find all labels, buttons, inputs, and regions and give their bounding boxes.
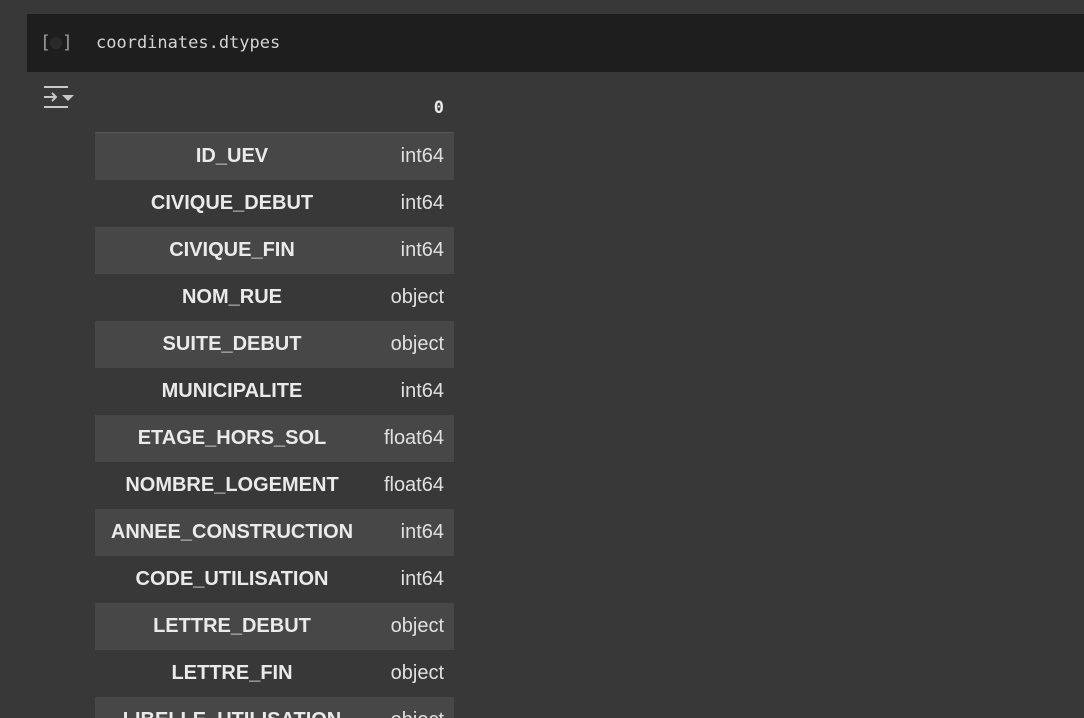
row-column-name: CODE_UTILISATION xyxy=(135,568,329,590)
notebook-page: [ ] coordinates.dtypes 0 ID_UEV int64 CIVI… xyxy=(0,0,1084,718)
table-body: ID_UEV int64 CIVIQUE_DEBUT int64 CIVIQUE_FIN… xyxy=(95,133,454,718)
row-column-name: LETTRE_FIN xyxy=(171,662,293,684)
row-dtype: int64 xyxy=(400,568,444,590)
row-dtype: object xyxy=(390,662,444,684)
code-cell[interactable]: [ ] coordinates.dtypes xyxy=(27,14,1084,72)
row-column-name: LETTRE_DEBUT xyxy=(153,615,311,637)
table-row: MUNICIPALITE int64 xyxy=(95,368,454,415)
dtypes-output-table: 0 ID_UEV int64 CIVIQUE_DEBUT int64 CIVIQUE_F… xyxy=(95,86,454,718)
row-dtype: int64 xyxy=(400,380,444,402)
run-cell-icon xyxy=(50,37,62,49)
table-row: LETTRE_FIN object xyxy=(95,650,454,697)
table-row: ANNEE_CONSTRUCTION int64 xyxy=(95,509,454,556)
row-column-name: MUNICIPALITE xyxy=(161,380,303,402)
row-dtype: float64 xyxy=(383,474,444,496)
run-cell-button[interactable]: [ ] xyxy=(40,31,75,55)
row-dtype: object xyxy=(390,333,444,355)
row-dtype: object xyxy=(390,286,444,308)
row-column-name: CIVIQUE_FIN xyxy=(169,239,295,261)
row-dtype: int64 xyxy=(400,521,444,543)
column-header: 0 xyxy=(433,98,444,118)
row-column-name: ID_UEV xyxy=(195,145,269,167)
code-editor[interactable]: coordinates.dtypes xyxy=(96,32,280,54)
row-dtype: float64 xyxy=(383,427,444,449)
row-column-name: CIVIQUE_DEBUT xyxy=(150,192,314,214)
table-row: SUITE_DEBUT object xyxy=(95,321,454,368)
table-row: ID_UEV int64 xyxy=(95,133,454,180)
row-column-name: NOM_RUE xyxy=(181,286,282,308)
row-column-name: NOMBRE_LOGEMENT xyxy=(125,474,339,496)
row-dtype: int64 xyxy=(400,145,444,167)
table-row: LETTRE_DEBUT object xyxy=(95,603,454,650)
row-column-name: LIBELLE_UTILISATION xyxy=(95,709,369,718)
table-header: 0 xyxy=(95,86,454,133)
row-column-name: ETAGE_HORS_SOL xyxy=(137,427,327,449)
row-dtype: object xyxy=(369,709,454,718)
table-row: CIVIQUE_DEBUT int64 xyxy=(95,180,454,227)
row-dtype: int64 xyxy=(400,239,444,261)
output-actions-icon[interactable] xyxy=(41,84,75,112)
row-dtype: int64 xyxy=(400,192,444,214)
table-row: CIVIQUE_FIN int64 xyxy=(95,227,454,274)
row-column-name: SUITE_DEBUT xyxy=(162,333,302,355)
table-row: ETAGE_HORS_SOL float64 xyxy=(95,415,454,462)
table-row: LIBELLE_UTILISATIONobject xyxy=(95,697,454,718)
row-dtype: object xyxy=(390,615,444,637)
table-row: NOM_RUE object xyxy=(95,274,454,321)
row-column-name: ANNEE_CONSTRUCTION xyxy=(110,521,354,543)
table-row: CODE_UTILISATION int64 xyxy=(95,556,454,603)
run-bracket-right: ] xyxy=(62,32,75,53)
table-row: NOMBRE_LOGEMENT float64 xyxy=(95,462,454,509)
